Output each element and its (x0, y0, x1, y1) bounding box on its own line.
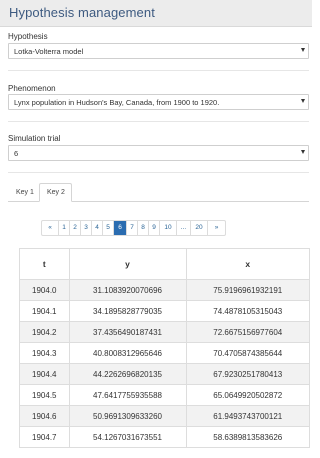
tab-label: Key 2 (47, 189, 65, 196)
cell-t: 1904.2 (20, 321, 70, 343)
pagination: « 1 2 3 4 5 6 7 8 9 10 ... 20 » (41, 220, 226, 236)
cell-t: 1904.0 (20, 279, 70, 301)
page-6-button[interactable]: 6 (114, 221, 127, 235)
table-row: 1904.0 31.1083920070696 75.9196961932191 (20, 279, 309, 301)
cell-x: 58.6389813583626 (186, 426, 309, 447)
cell-y: 37.4356490187431 (69, 321, 187, 343)
page-4-button[interactable]: 4 (92, 221, 103, 235)
cell-x: 70.4705874385644 (186, 342, 309, 364)
panel-title: Hypothesis management (9, 5, 155, 20)
panel-header: Hypothesis management (0, 0, 312, 27)
table-row: 1904.2 37.4356490187431 72.6675156977604 (20, 321, 309, 343)
hypothesis-select-value: Lotka-Volterra model (14, 47, 84, 56)
cell-t: 1904.1 (20, 300, 70, 322)
table-row: 1904.6 50.9691309633260 61.9493743700121 (20, 405, 309, 427)
table-row: 1904.5 47.6417755935588 65.0649920502872 (20, 384, 309, 406)
hypothesis-label: Hypothesis (8, 32, 48, 41)
page-2-button[interactable]: 2 (70, 221, 81, 235)
phenomenon-select[interactable]: Lynx population in Hudson's Bay, Canada,… (8, 94, 309, 110)
page-ellipsis: ... (177, 221, 191, 235)
cell-t: 1904.6 (20, 405, 70, 427)
column-header-t[interactable]: t (20, 249, 70, 280)
section-divider (8, 70, 309, 71)
table-row: 1904.4 44.2262696820135 67.9230251780413 (20, 363, 309, 385)
cell-t: 1904.4 (20, 363, 70, 385)
cell-x: 72.6675156977604 (186, 321, 309, 343)
cell-t: 1904.3 (20, 342, 70, 364)
simulation-trial-select[interactable]: 6 (8, 145, 309, 161)
cell-t: 1904.5 (20, 384, 70, 406)
cell-x: 67.9230251780413 (186, 363, 309, 385)
tab-label: Key 1 (16, 189, 34, 196)
table-row: 1904.1 34.1895828779035 74.4878105315043 (20, 300, 309, 322)
simulation-trial-select-value: 6 (14, 149, 19, 158)
cell-y: 40.8008312965646 (69, 342, 187, 364)
page-20-button[interactable]: 20 (191, 221, 208, 235)
cell-x: 75.9196961932191 (186, 279, 309, 301)
cell-y: 44.2262696820135 (69, 363, 187, 385)
section-divider (8, 172, 309, 173)
page-1-button[interactable]: 1 (59, 221, 70, 235)
cell-y: 34.1895828779035 (69, 300, 187, 322)
table-row: 1904.7 54.1267031673551 58.6389813583626 (20, 426, 309, 447)
cell-x: 74.4878105315043 (186, 300, 309, 322)
table-row: 1904.3 40.8008312965646 70.4705874385644 (20, 342, 309, 364)
cell-y: 54.1267031673551 (69, 426, 187, 447)
page-prev-button[interactable]: « (42, 221, 59, 235)
section-divider (8, 121, 309, 122)
column-header-y[interactable]: y (69, 249, 187, 280)
chevron-down-icon (301, 48, 305, 52)
cell-y: 50.9691309633260 (69, 405, 187, 427)
cell-x: 61.9493743700121 (186, 405, 309, 427)
hypothesis-select[interactable]: Lotka-Volterra model (8, 43, 309, 59)
chevron-down-icon (301, 99, 305, 103)
column-header-x[interactable]: x (186, 249, 309, 280)
page-9-button[interactable]: 9 (149, 221, 160, 235)
cell-y: 31.1083920070696 (69, 279, 187, 301)
page-7-button[interactable]: 7 (127, 221, 138, 235)
tab-key-2[interactable]: Key 2 (39, 183, 72, 202)
page-10-button[interactable]: 10 (160, 221, 177, 235)
phenomenon-select-value: Lynx population in Hudson's Bay, Canada,… (14, 98, 220, 107)
cell-x: 65.0649920502872 (186, 384, 309, 406)
simulation-trial-label: Simulation trial (8, 134, 61, 143)
page-5-button[interactable]: 5 (103, 221, 114, 235)
page-next-button[interactable]: » (208, 221, 225, 235)
phenomenon-label: Phenomenon (8, 84, 56, 93)
page-8-button[interactable]: 8 (138, 221, 149, 235)
cell-y: 47.6417755935588 (69, 384, 187, 406)
cell-t: 1904.7 (20, 426, 70, 447)
tab-key-1[interactable]: Key 1 (8, 183, 37, 202)
results-table: t y x 1904.0 31.1083920070696 75.9196961… (19, 248, 310, 448)
chevron-down-icon (301, 150, 305, 154)
table-header-row: t y x (20, 249, 309, 280)
page-3-button[interactable]: 3 (81, 221, 92, 235)
